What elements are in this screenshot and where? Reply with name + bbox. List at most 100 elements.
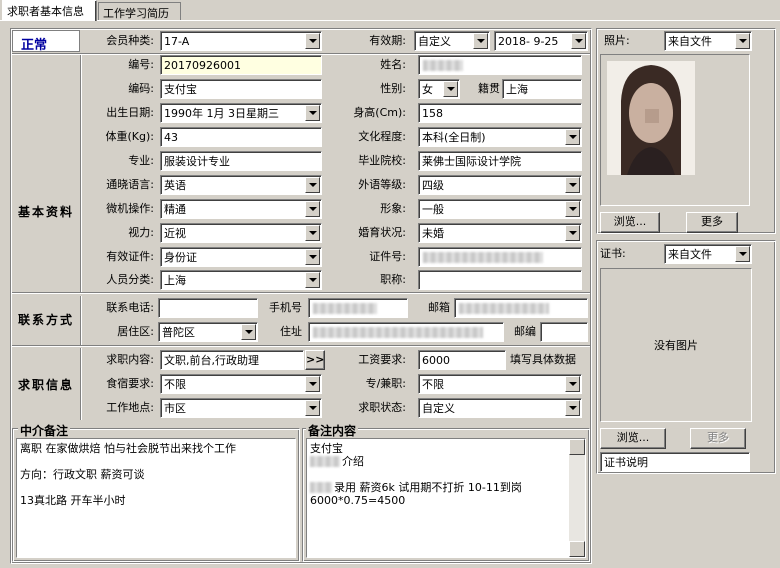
tab-work-history[interactable]: 工作学习简历 [98,2,181,20]
validity-date-picker[interactable]: 2018- 9-25 [494,31,588,51]
agent-note-title: 中介备注 [18,422,71,439]
cert-source-select[interactable]: 来自文件 [664,244,752,264]
tab-basic-info[interactable]: 求职者基本信息 [2,0,97,21]
edu-select[interactable]: 本科(全日制) [418,127,582,147]
number-input[interactable]: 20170926001 [160,55,322,75]
lang-level-select[interactable]: 四级 [418,175,582,195]
school-input[interactable]: 莱佛士国际设计学院 [418,151,582,171]
address-input[interactable] [308,322,504,342]
section-contact: 联系方式 [17,313,74,327]
district-select[interactable]: 普陀区 [158,322,258,342]
chevron-down-icon[interactable] [305,105,320,121]
membership-select[interactable]: 17-A [160,31,322,51]
chevron-down-icon[interactable] [241,324,256,340]
lang-value: 英语 [164,179,186,192]
chevron-down-icon[interactable] [305,376,320,392]
code-label: 编码: [128,82,154,95]
photo-source-select[interactable]: 来自文件 [664,31,752,51]
chevron-down-icon[interactable] [565,376,580,392]
job-title-input[interactable] [418,270,582,290]
phone-input[interactable] [158,298,258,318]
vision-select[interactable]: 近视 [160,223,322,243]
id-type-select[interactable]: 身份证 [160,247,322,267]
scroll-up-button[interactable] [569,439,585,455]
major-input[interactable]: 服装设计专业 [160,151,322,171]
photo-browse-button[interactable]: 浏览... [600,212,660,233]
remark-line: 6000*0.75=4500 [310,494,406,507]
cert-empty-text: 没有图片 [654,339,698,352]
computer-select[interactable]: 精通 [160,199,322,219]
chevron-down-icon[interactable] [305,201,320,217]
mobile-input[interactable] [308,298,408,318]
remark-scrollbar[interactable] [569,439,585,557]
cert-description-input[interactable]: 证书说明 [600,452,750,472]
code-input[interactable]: 支付宝 [160,79,322,99]
cert-browse-button[interactable]: 浏览... [600,428,666,449]
job-type-select[interactable]: 不限 [418,374,582,394]
chevron-down-icon[interactable] [305,400,320,416]
agent-note-line: 方向：行政文职 薪资可谈 [20,468,145,481]
image-select[interactable]: 一般 [418,199,582,219]
native-label: 籍贯 [478,82,500,95]
address-label: 住址 [280,325,302,338]
board-select[interactable]: 不限 [160,374,322,394]
native-input[interactable]: 上海 [502,79,582,99]
gender-select[interactable]: 女 [418,79,460,99]
chevron-down-icon[interactable] [473,33,488,49]
job-state-select[interactable]: 自定义 [418,398,582,418]
cert-image-frame: 没有图片 [600,268,752,422]
vision-value: 近视 [164,227,186,240]
chevron-down-icon[interactable] [565,177,580,193]
validity-date-value: 2018- 9-25 [498,35,559,48]
scroll-down-button[interactable] [569,541,585,557]
job-content-input[interactable]: 文职,前台,行政助理 [160,350,304,370]
photo-more-button[interactable]: 更多 [686,212,738,233]
chevron-down-icon[interactable] [565,129,580,145]
validity-mode-select[interactable]: 自定义 [414,31,490,51]
chevron-down-icon[interactable] [305,272,320,288]
salary-hint: 填写具体数据 [510,353,576,366]
chevron-down-icon[interactable] [565,201,580,217]
mobile-label: 手机号 [269,301,302,314]
agent-note-textarea[interactable]: 离职 在家做烘焙 怕与社会脱节出来找个工作 方向：行政文职 薪资可谈 13真北路… [16,438,296,558]
weight-input[interactable]: 43 [160,127,322,147]
number-label: 编号: [128,58,154,71]
cert-more-button[interactable]: 更多 [690,428,746,449]
chevron-down-icon[interactable] [443,81,458,97]
location-select[interactable]: 市区 [160,398,322,418]
lang-select[interactable]: 英语 [160,175,322,195]
divider [12,292,590,294]
name-input[interactable] [418,55,582,75]
chevron-down-icon[interactable] [305,225,320,241]
membership-value: 17-A [164,35,190,48]
chevron-down-icon[interactable] [735,33,750,49]
chevron-down-icon[interactable] [305,249,320,265]
redacted-mask [310,482,332,493]
id-no-input[interactable] [418,247,582,267]
chevron-down-icon[interactable] [565,400,580,416]
status-label: 正常 [21,38,48,53]
job-type-label: 专/兼职: [365,377,406,390]
chevron-down-icon[interactable] [735,246,750,262]
job-content-more-button[interactable]: >> [305,350,325,370]
marital-label: 婚育状况: [358,226,406,239]
remark-line-row: 介绍 [310,455,582,468]
chevron-down-icon[interactable] [305,33,320,49]
chevron-down-icon[interactable] [305,177,320,193]
chevron-down-icon[interactable] [571,33,586,49]
height-input[interactable]: 158 [418,103,582,123]
zip-label: 邮编 [514,325,536,338]
marital-value: 未婚 [422,227,444,240]
section-basic: 基本资料 [17,205,74,219]
category-select[interactable]: 上海 [160,270,322,290]
chevron-down-icon[interactable] [565,225,580,241]
zip-input[interactable] [540,322,588,342]
marital-select[interactable]: 未婚 [418,223,582,243]
id-type-label: 有效证件: [106,250,154,263]
birth-date-picker[interactable]: 1990年 1月 3日星期三 [160,103,322,123]
email-input[interactable] [454,298,588,318]
salary-input[interactable]: 6000 [418,350,506,370]
section-job: 求职信息 [17,378,74,392]
photo-image [607,61,695,175]
remark-textarea[interactable]: 支付宝 介绍 录用 薪资6k 试用期不打折 10-11到岗 6000*0.75=… [306,438,586,558]
